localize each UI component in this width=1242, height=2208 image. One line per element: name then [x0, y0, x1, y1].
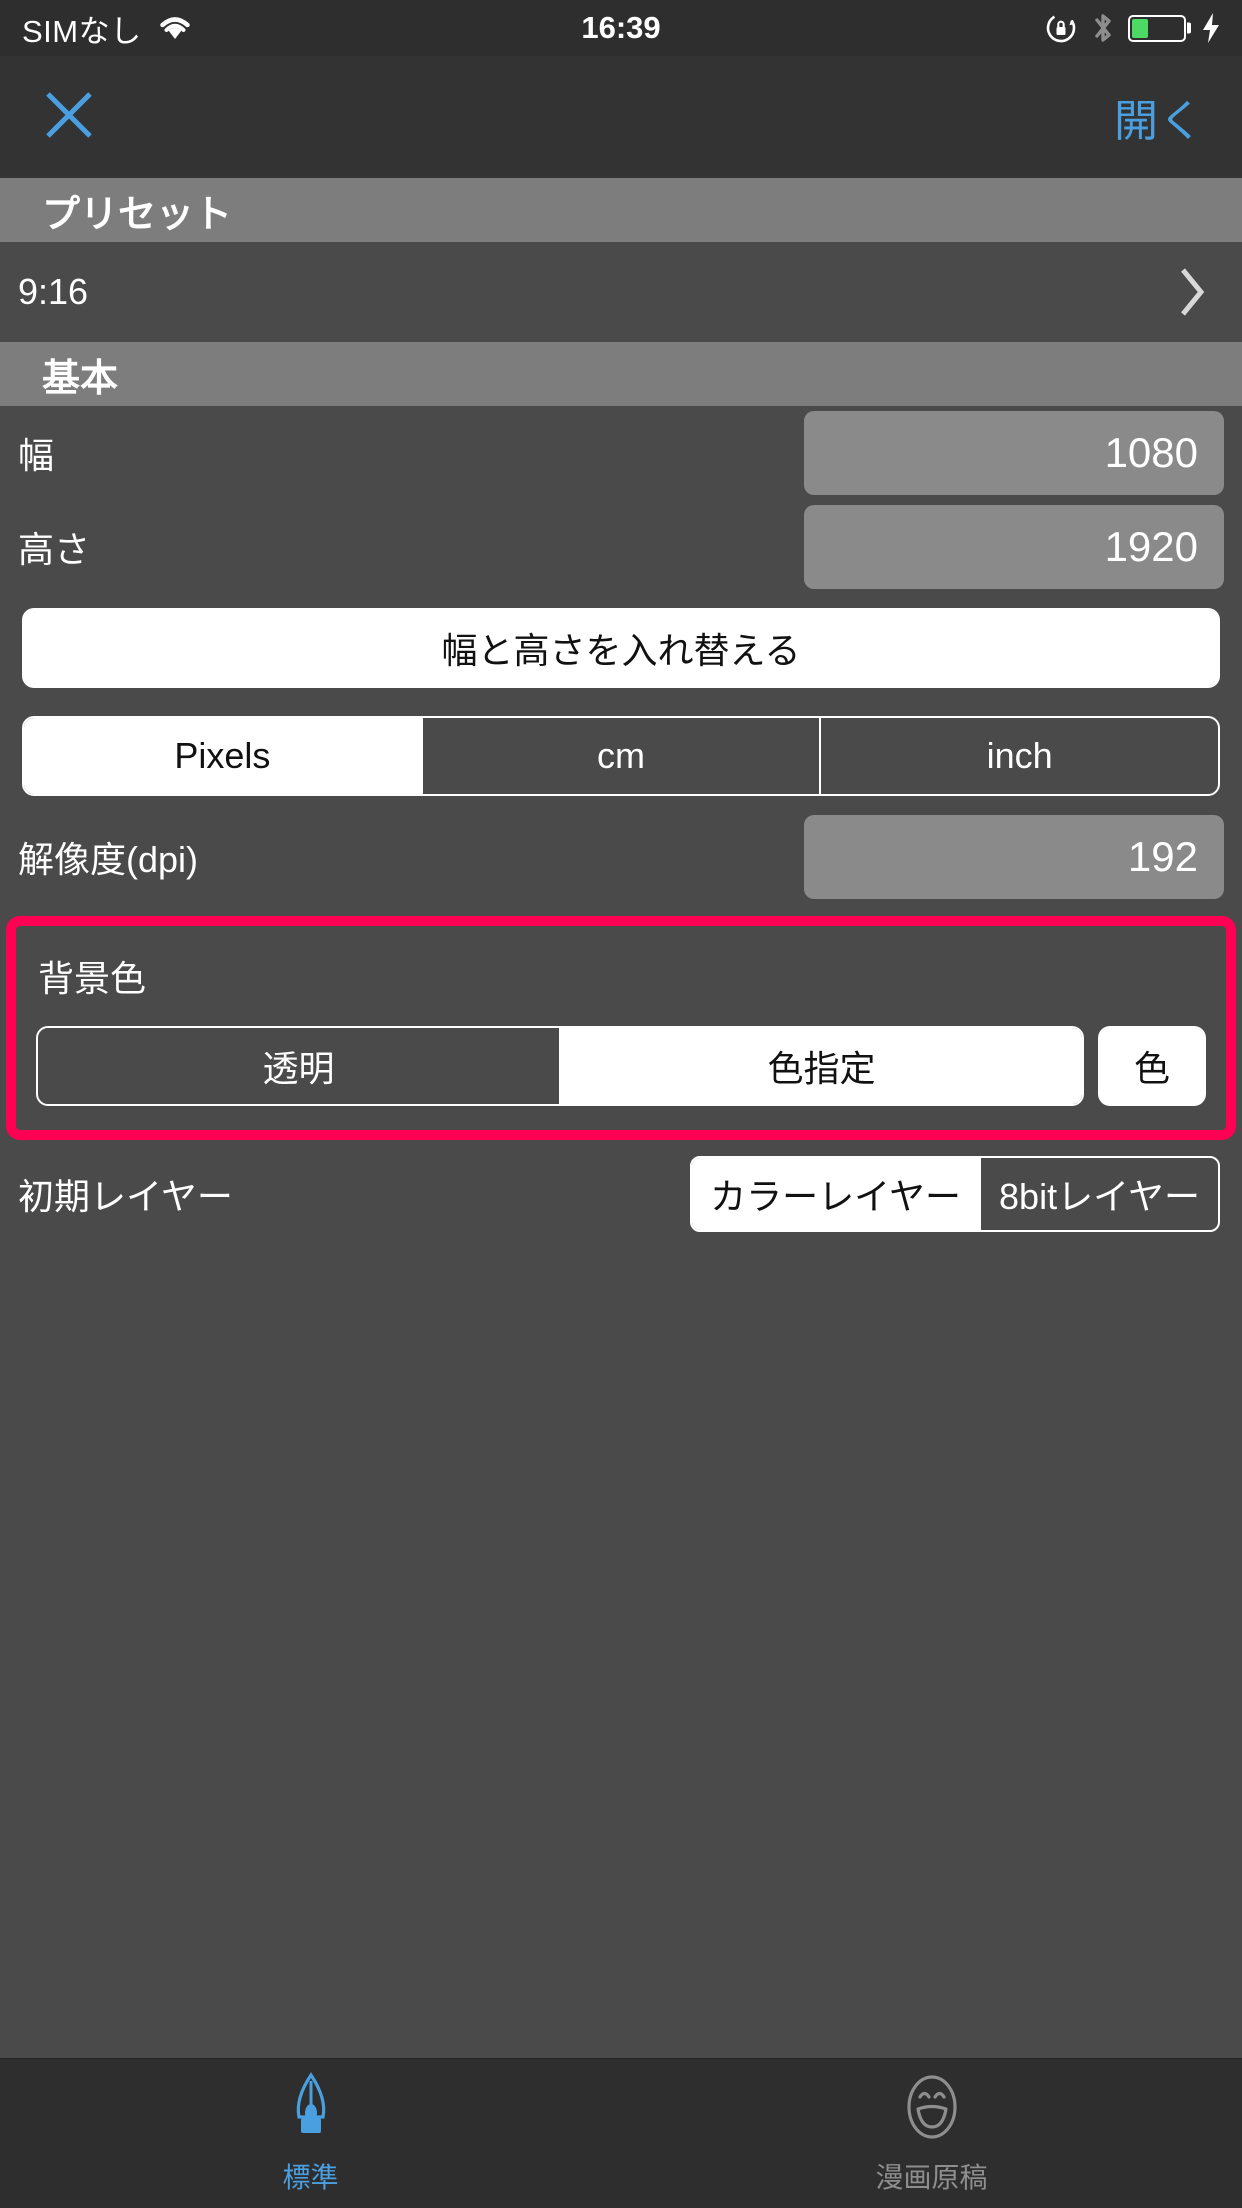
smiley-face-icon: [900, 2071, 964, 2148]
status-bar-right: [1044, 11, 1242, 45]
units-segmented-control: Pixels cm inch: [22, 716, 1220, 796]
initial-layer-row: 初期レイヤー カラーレイヤー 8bitレイヤー: [0, 1146, 1242, 1242]
background-color-label: 背景色: [38, 958, 147, 999]
background-option-color-specified[interactable]: 色指定: [561, 1028, 1082, 1104]
lightning-bolt-icon: [1200, 12, 1222, 44]
width-label: 幅: [18, 435, 55, 476]
bluetooth-icon: [1092, 11, 1114, 45]
section-header-basic: 基本: [0, 342, 1242, 406]
layer-option-8bit[interactable]: 8bitレイヤー: [981, 1158, 1218, 1230]
height-row: 高さ 1920: [0, 500, 1242, 594]
width-input[interactable]: 1080: [804, 411, 1224, 495]
wifi-icon: [156, 13, 194, 43]
unit-option-cm[interactable]: cm: [423, 718, 822, 794]
tab-manga-manuscript[interactable]: 漫画原稿: [621, 2071, 1242, 2196]
tab-manga-manuscript-label: 漫画原稿: [875, 2162, 988, 2193]
app-screen: SIMなし 16:39 開く プリセット 9:16 基本 幅 1080 高さ 1…: [0, 0, 1242, 2208]
dpi-input[interactable]: 192: [804, 815, 1224, 899]
status-bar: SIMなし 16:39: [0, 0, 1242, 56]
units-segmented-container: Pixels cm inch: [0, 702, 1242, 810]
color-picker-button[interactable]: 色: [1098, 1026, 1206, 1106]
dpi-row: 解像度(dpi) 192: [0, 810, 1242, 904]
height-label: 高さ: [18, 529, 91, 570]
battery-icon: [1128, 14, 1186, 42]
close-x-icon: [38, 84, 100, 151]
background-color-segmented-control: 透明 色指定: [36, 1026, 1084, 1106]
unit-option-inch[interactable]: inch: [821, 718, 1218, 794]
initial-layer-segmented-control: カラーレイヤー 8bitレイヤー: [690, 1156, 1220, 1232]
chevron-right-icon: [1176, 264, 1208, 320]
open-button[interactable]: 開く: [1114, 85, 1204, 149]
height-input[interactable]: 1920: [804, 505, 1224, 589]
battery-fill: [1132, 18, 1148, 38]
close-button[interactable]: [38, 86, 100, 148]
tab-standard-label: 標準: [282, 2162, 339, 2193]
preset-value-label: 9:16: [18, 271, 89, 312]
carrier-label: SIMなし: [22, 13, 142, 49]
background-color-section-highlight: 背景色 透明 色指定 色: [6, 916, 1236, 1140]
swap-button-container: 幅と高さを入れ替える: [0, 594, 1242, 702]
swap-width-height-button[interactable]: 幅と高さを入れ替える: [22, 608, 1220, 688]
rotation-lock-icon: [1044, 11, 1078, 45]
background-option-transparent[interactable]: 透明: [38, 1028, 561, 1104]
background-color-controls: 透明 色指定 色: [30, 1012, 1212, 1112]
initial-layer-label: 初期レイヤー: [18, 1176, 233, 1217]
tab-bar: 標準 漫画原稿: [0, 2058, 1242, 2208]
navigation-bar: 開く: [0, 56, 1242, 178]
status-bar-left: SIMなし: [0, 6, 194, 51]
pen-nib-icon: [279, 2071, 343, 2148]
tab-standard[interactable]: 標準: [0, 2071, 621, 2196]
section-header-preset: プリセット: [0, 178, 1242, 242]
content-filler: [0, 1242, 1242, 2058]
preset-row[interactable]: 9:16: [0, 242, 1242, 342]
unit-option-pixels[interactable]: Pixels: [24, 718, 423, 794]
layer-option-color[interactable]: カラーレイヤー: [692, 1158, 982, 1230]
dpi-label: 解像度(dpi): [18, 839, 199, 880]
width-row: 幅 1080: [0, 406, 1242, 500]
